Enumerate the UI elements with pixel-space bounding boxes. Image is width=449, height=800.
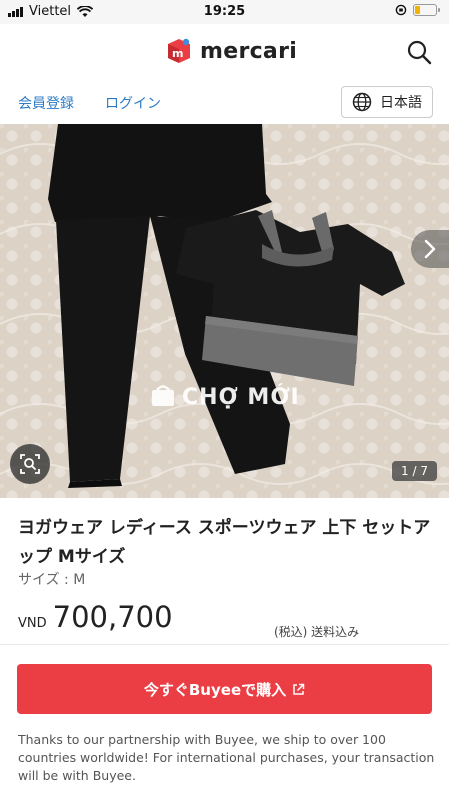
register-link[interactable]: 会員登録 xyxy=(18,93,74,113)
account-bar: 会員登録 ログイン 日本語 xyxy=(0,80,449,124)
price-row: VND 700,700 xyxy=(18,600,173,634)
price-currency: VND xyxy=(18,616,47,631)
search-button[interactable] xyxy=(405,38,433,66)
status-bar: Viettel 19:25 xyxy=(0,0,449,24)
language-label: 日本語 xyxy=(380,95,422,111)
tax-shipping-note: (税込) 送料込み xyxy=(274,625,360,639)
zoom-search-icon xyxy=(20,454,40,474)
buy-now-label: 今すぐBuyeeで購入 xyxy=(143,680,287,699)
orientation-lock-icon xyxy=(395,4,407,16)
logo-text: mercari xyxy=(200,38,298,64)
product-image-gallery[interactable]: 1 / 7 xyxy=(0,124,449,498)
login-link[interactable]: ログイン xyxy=(105,93,161,113)
image-page-counter: 1 / 7 xyxy=(392,461,437,481)
product-title: ヨガウェア レディース スポーツウェア 上下 セットアップ Mサイズ xyxy=(18,518,431,567)
zoom-button[interactable] xyxy=(10,444,50,484)
language-selector[interactable]: 日本語 xyxy=(341,86,433,118)
globe-icon xyxy=(352,92,372,112)
divider xyxy=(0,644,449,645)
buy-now-button[interactable]: 今すぐBuyeeで購入 xyxy=(17,664,432,714)
battery-icon xyxy=(413,4,440,16)
status-right xyxy=(395,4,440,16)
price-value: 700,700 xyxy=(52,600,173,634)
external-link-icon xyxy=(293,683,305,695)
international-shipping-note: Thanks to our partnership with Buyee, we… xyxy=(18,732,435,783)
app-header: m mercari xyxy=(0,24,449,80)
watermark-text: CHỢ MỚI xyxy=(182,384,300,410)
search-icon xyxy=(407,40,432,65)
svg-text:m: m xyxy=(172,47,183,60)
product-size: サイズ : M xyxy=(18,572,86,588)
mercari-logo-icon: m xyxy=(168,38,190,63)
chevron-right-icon xyxy=(424,239,436,259)
product-photo xyxy=(0,124,449,498)
watermark: CHỢ MỚI xyxy=(150,384,300,410)
watermark-logo-icon xyxy=(152,385,174,406)
status-time: 19:25 xyxy=(203,4,246,19)
next-image-button[interactable] xyxy=(411,230,449,268)
mercari-logo[interactable]: m mercari xyxy=(164,36,297,66)
